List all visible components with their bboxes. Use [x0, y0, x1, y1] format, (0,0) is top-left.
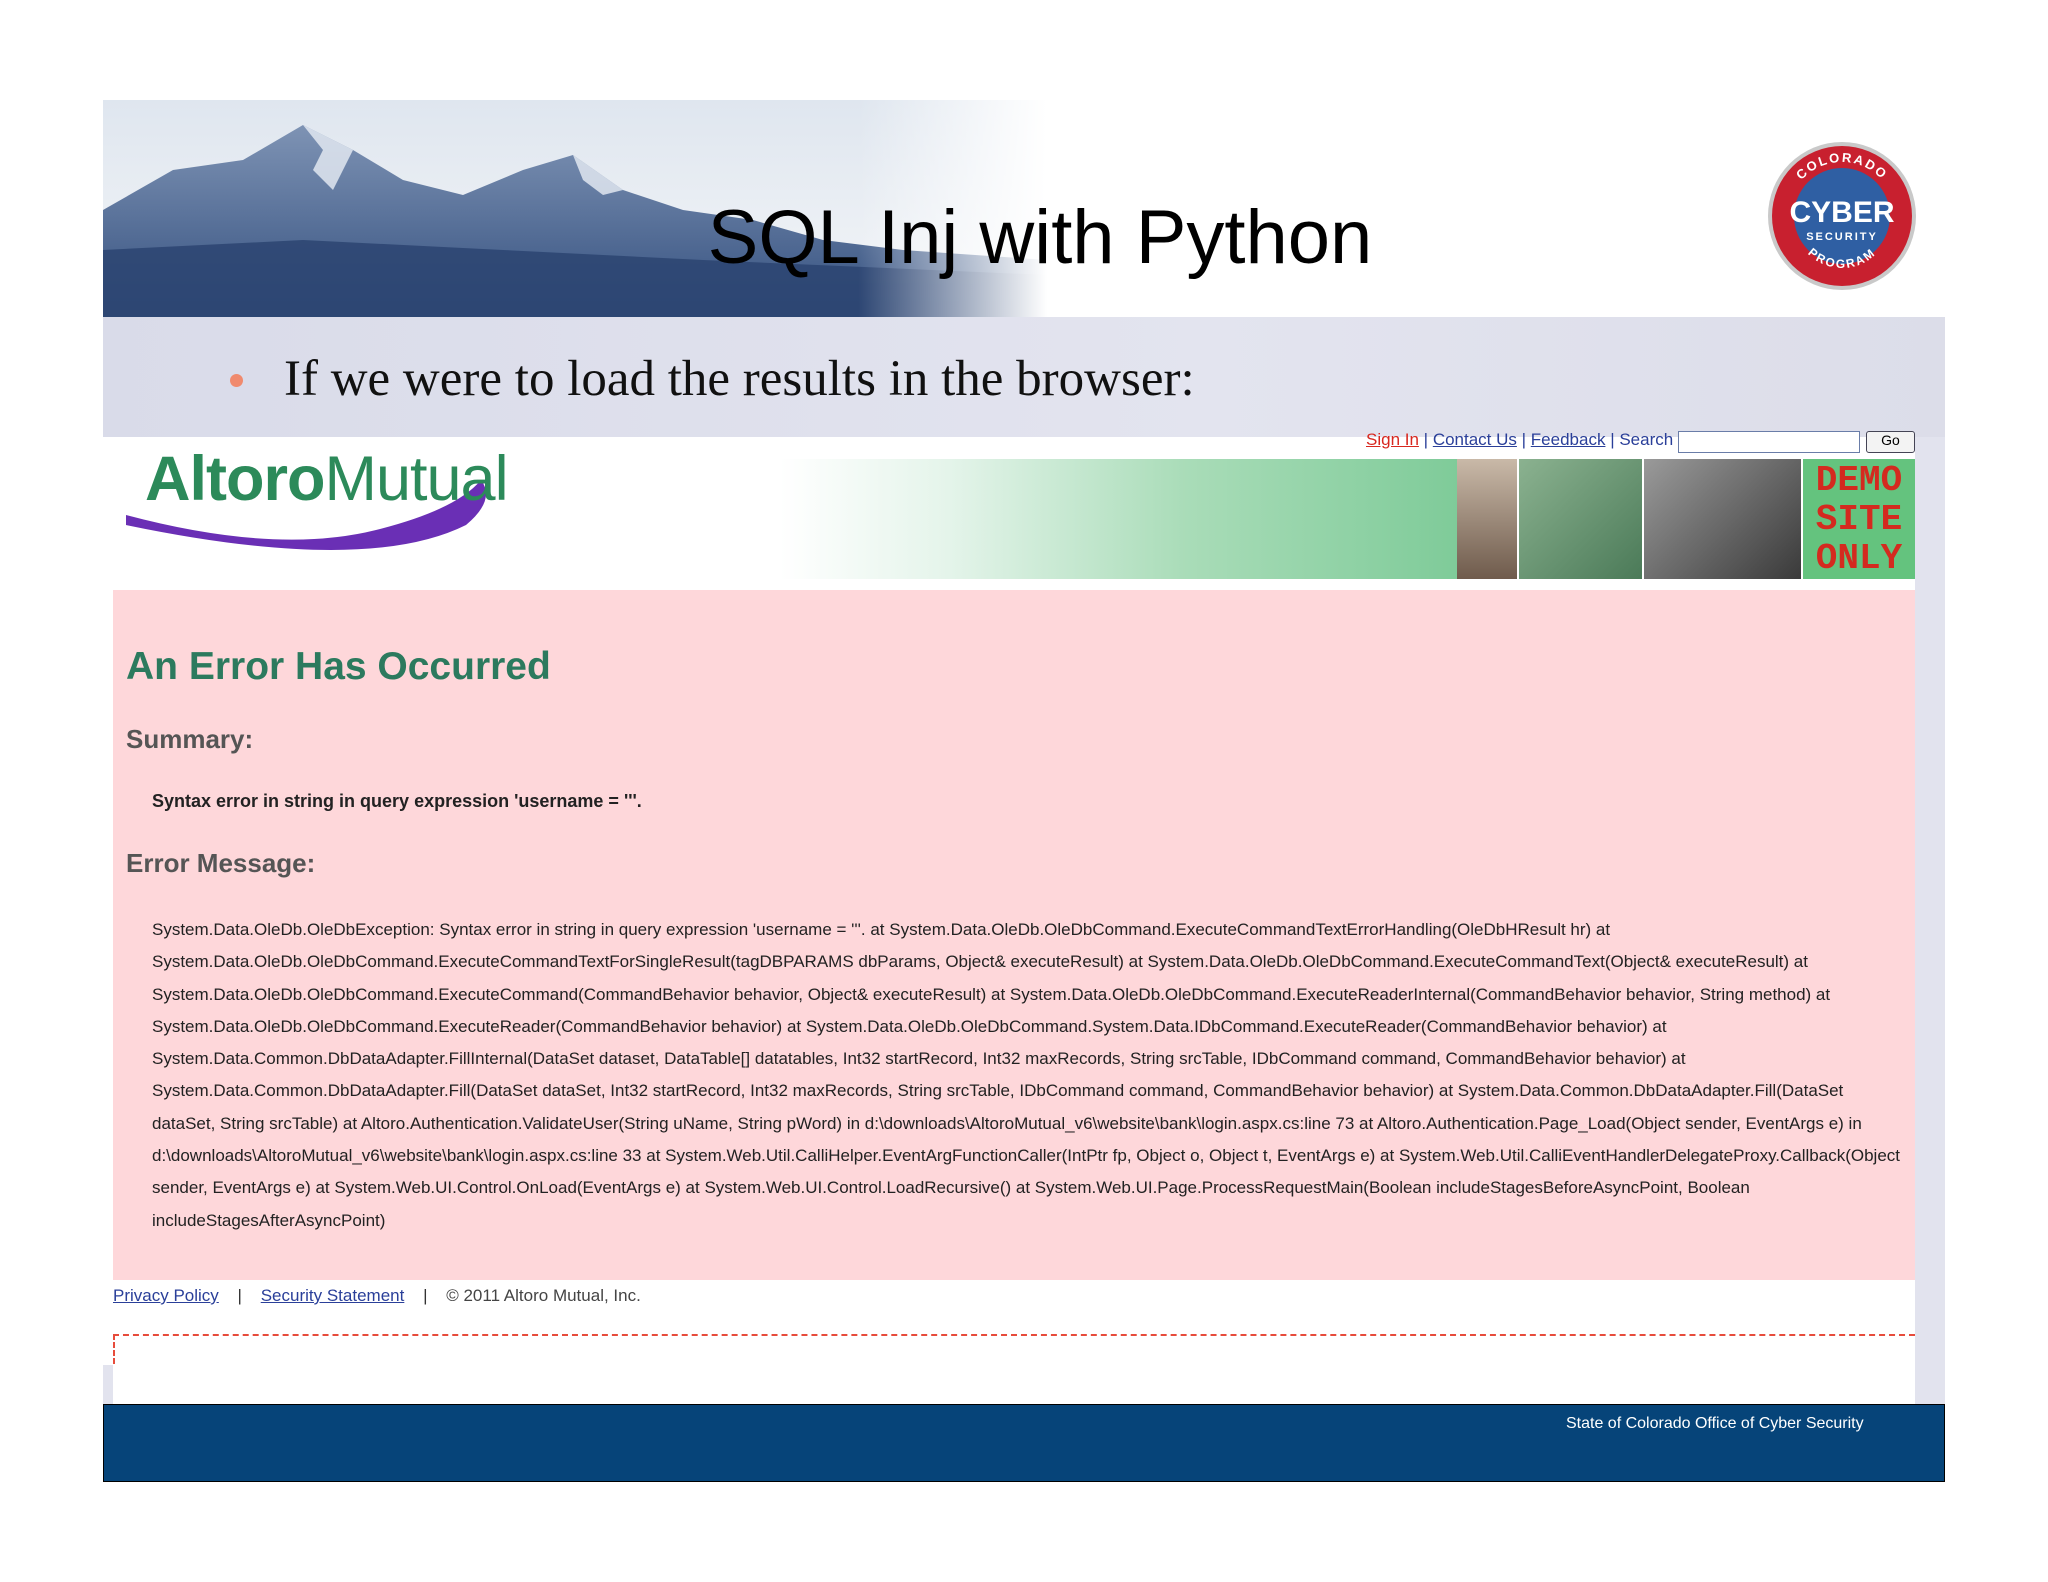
bullet-text: If we were to load the results in the br…	[284, 351, 1195, 407]
privacy-policy-link[interactable]: Privacy Policy	[113, 1286, 219, 1305]
top-navigation: Sign In | Contact Us | Feedback | Search	[1366, 430, 1674, 449]
photo-keyboard-image	[1519, 459, 1642, 579]
photo-business-image	[1644, 459, 1801, 579]
slide-side-strip	[1915, 437, 1945, 1404]
logo-text-bold: Altoro	[145, 444, 325, 514]
error-title: An Error Has Occurred	[126, 645, 551, 688]
dashed-divider	[113, 1334, 1915, 1336]
demo-line-1: DEMO	[1815, 460, 1903, 501]
demo-line-2: SITE	[1815, 499, 1903, 540]
badge-sub-text: SECURITY	[1806, 231, 1878, 243]
header-green-bar	[780, 459, 1457, 579]
search-input[interactable]	[1678, 431, 1860, 453]
sign-in-link[interactable]: Sign In	[1366, 430, 1419, 449]
summary-text: Syntax error in string in query expressi…	[152, 791, 642, 811]
badge-main-text: CYBER	[1789, 196, 1894, 229]
copyright-text: © 2011 Altoro Mutual, Inc.	[446, 1286, 641, 1305]
error-message-text: System.Data.OleDb.OleDbException: Syntax…	[152, 920, 1901, 1230]
browser-footer: Privacy Policy | Security Statement | © …	[113, 1286, 641, 1305]
contact-us-link[interactable]: Contact Us	[1433, 430, 1517, 449]
dashed-divider-left	[113, 1334, 115, 1364]
error-message-heading: Error Message:	[126, 848, 316, 878]
slide-footer-text: State of Colorado Office of Cyber Securi…	[1566, 1415, 1864, 1432]
demo-site-badge: DEMO SITE ONLY	[1803, 459, 1915, 579]
photo-woman-image	[1457, 459, 1517, 579]
security-statement-link[interactable]: Security Statement	[261, 1286, 405, 1305]
bullet-dot-icon	[230, 374, 243, 387]
slide-title: SQL Inj with Python	[707, 195, 1373, 280]
feedback-link[interactable]: Feedback	[1531, 430, 1606, 449]
logo-text-light: Mutual	[324, 444, 508, 514]
logo-text: AltoroMutual	[145, 443, 509, 515]
summary-heading: Summary:	[126, 724, 254, 754]
demo-line-3: ONLY	[1815, 538, 1903, 579]
go-button[interactable]: Go	[1866, 431, 1915, 453]
search-label: Search	[1619, 430, 1674, 449]
colorado-cyber-security-badge: COLORADO PROGRAM CYBER SECURITY	[1766, 140, 1918, 292]
